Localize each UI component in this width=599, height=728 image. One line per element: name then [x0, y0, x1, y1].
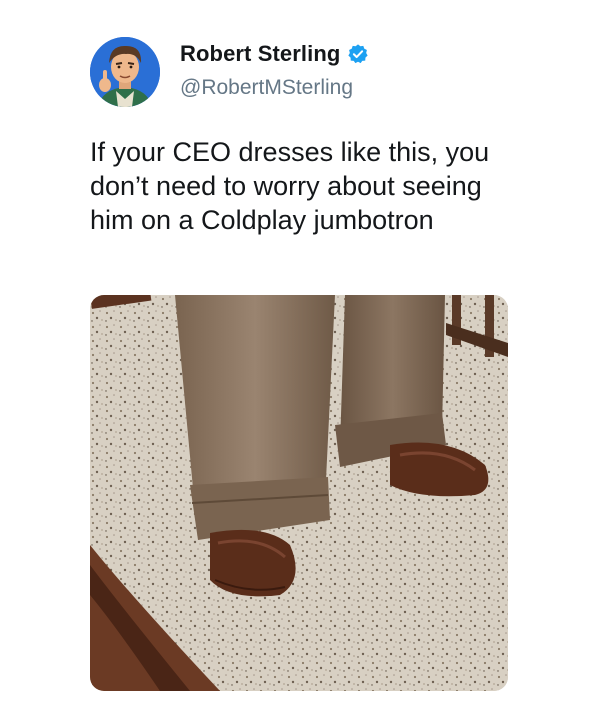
- author-name-row: Robert Sterling: [180, 41, 369, 67]
- author-name[interactable]: Robert Sterling: [180, 41, 340, 67]
- tweet-header: Robert Sterling @RobertMSterling: [90, 37, 550, 109]
- tweet-photo[interactable]: [90, 295, 508, 691]
- avatar[interactable]: [90, 37, 160, 107]
- tweet-text: If your CEO dresses like this, you don’t…: [90, 137, 490, 235]
- author-handle[interactable]: @RobertMSterling: [180, 76, 353, 100]
- trousers-and-shoes-photo: [90, 295, 508, 691]
- cartoon-avatar-icon: [90, 37, 160, 107]
- verified-badge-icon: [347, 43, 369, 65]
